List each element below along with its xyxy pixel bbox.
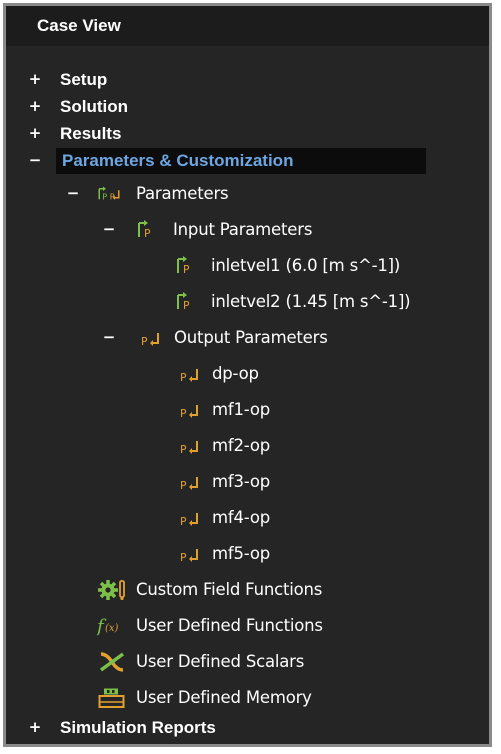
svg-text:P: P	[180, 479, 187, 492]
tree-item-output-parameter[interactable]: P mf2-op	[6, 433, 489, 459]
parameters-icon: P P	[98, 186, 120, 201]
svg-text:P: P	[180, 371, 187, 384]
tree-item-label: Results	[60, 124, 122, 143]
panel-header: Case View	[6, 6, 489, 46]
expand-toggle[interactable]: +	[28, 97, 42, 115]
tree-item-label: Parameters & Customization	[62, 151, 294, 170]
output-parameter-icon: P	[180, 441, 198, 456]
tree-item-input-parameter[interactable]: P inletvel2 (1.45 [m s^-1])	[6, 289, 489, 315]
svg-text:P: P	[183, 299, 190, 312]
tree-item-label: User Defined Memory	[136, 688, 312, 707]
expand-toggle[interactable]: +	[28, 124, 42, 142]
tree-item-label: mf1-op	[212, 400, 271, 419]
tree-item-label: Parameters	[136, 184, 229, 203]
panel-title: Case View	[37, 16, 121, 35]
output-parameter-icon: P	[180, 477, 198, 492]
expand-toggle[interactable]: +	[28, 718, 42, 736]
svg-text:P: P	[144, 227, 151, 240]
tree-item-label: mf5-op	[212, 544, 271, 563]
tree-item-input-parameter[interactable]: P inletvel1 (6.0 [m s^-1])	[6, 253, 489, 279]
tree-item-label: inletvel2 (1.45 [m s^-1])	[211, 292, 411, 311]
memory-icon	[98, 688, 125, 708]
scalar-icon	[99, 652, 125, 672]
tree-item-output-parameter[interactable]: P mf4-op	[6, 505, 489, 531]
tree-item-user-defined-scalars[interactable]: User Defined Scalars	[6, 649, 489, 675]
tree-item-label: Custom Field Functions	[136, 580, 323, 599]
tree-item-custom-field-functions[interactable]: Custom Field Functions	[6, 577, 489, 603]
tree-item-simulation-reports[interactable]: + Simulation Reports	[6, 715, 489, 741]
svg-text:P: P	[180, 515, 187, 528]
tree-item-label: mf2-op	[212, 436, 271, 455]
svg-text:(x): (x)	[105, 623, 119, 634]
output-parameter-icon: P	[141, 333, 159, 348]
tree-item-setup[interactable]: + Setup	[6, 67, 489, 93]
input-parameter-icon: P	[138, 220, 151, 240]
tree-item-solution[interactable]: + Solution	[6, 94, 489, 120]
output-parameter-icon: P	[180, 405, 198, 420]
output-parameter-icon: P	[180, 369, 198, 384]
case-view-panel: Case View + Setup + Solution + Results −…	[3, 3, 492, 747]
output-parameter-icon: P	[180, 549, 198, 564]
fx-icon: f (x)	[97, 616, 119, 637]
tree-item-parameters[interactable]: − P P Parameters	[6, 181, 489, 207]
tree-item-label: User Defined Scalars	[136, 652, 305, 671]
svg-text:P: P	[110, 191, 115, 201]
collapse-toggle[interactable]: −	[102, 328, 116, 346]
tree-item-output-parameter[interactable]: P mf1-op	[6, 397, 489, 423]
svg-text:P: P	[180, 407, 187, 420]
tree-item-label: Output Parameters	[174, 328, 328, 347]
tree-item-input-parameters[interactable]: − P Input Parameters	[6, 217, 489, 243]
tree-item-output-parameter[interactable]: P dp-op	[6, 361, 489, 387]
tree-item-label: dp-op	[212, 364, 259, 383]
tree-item-user-defined-functions[interactable]: f (x) User Defined Functions	[6, 613, 489, 639]
tree-item-label: inletvel1 (6.0 [m s^-1])	[211, 256, 401, 275]
tree-item-label: Solution	[60, 97, 128, 116]
input-parameter-icon: P	[177, 256, 190, 276]
tree-item-label: User Defined Functions	[136, 616, 323, 635]
tree-item-label: Simulation Reports	[60, 718, 216, 737]
collapse-toggle[interactable]: −	[102, 220, 116, 238]
svg-text:P: P	[183, 263, 190, 276]
tree-item-output-parameter[interactable]: P mf3-op	[6, 469, 489, 495]
tree-item-results[interactable]: + Results	[6, 121, 489, 147]
gear-icon	[98, 580, 125, 601]
collapse-toggle[interactable]: −	[66, 184, 80, 202]
tree-item-parameters-customization[interactable]: − Parameters & Customization	[6, 148, 489, 174]
svg-text:P: P	[141, 335, 148, 348]
tree-item-user-defined-memory[interactable]: User Defined Memory	[6, 685, 489, 711]
tree-item-label: mf3-op	[212, 472, 271, 491]
tree-item-label: mf4-op	[212, 508, 271, 527]
svg-text:P: P	[180, 443, 187, 456]
input-parameter-icon: P	[177, 292, 190, 312]
output-parameter-icon: P	[180, 513, 198, 528]
svg-text:P: P	[180, 551, 187, 564]
tree-item-output-parameters[interactable]: − P Output Parameters	[6, 325, 489, 351]
collapse-toggle[interactable]: −	[28, 151, 42, 169]
svg-text:P: P	[102, 191, 107, 201]
expand-toggle[interactable]: +	[28, 70, 42, 88]
tree-item-label: Input Parameters	[173, 220, 313, 239]
tree-item-label: Setup	[60, 70, 108, 89]
tree-item-output-parameter[interactable]: P mf5-op	[6, 541, 489, 567]
